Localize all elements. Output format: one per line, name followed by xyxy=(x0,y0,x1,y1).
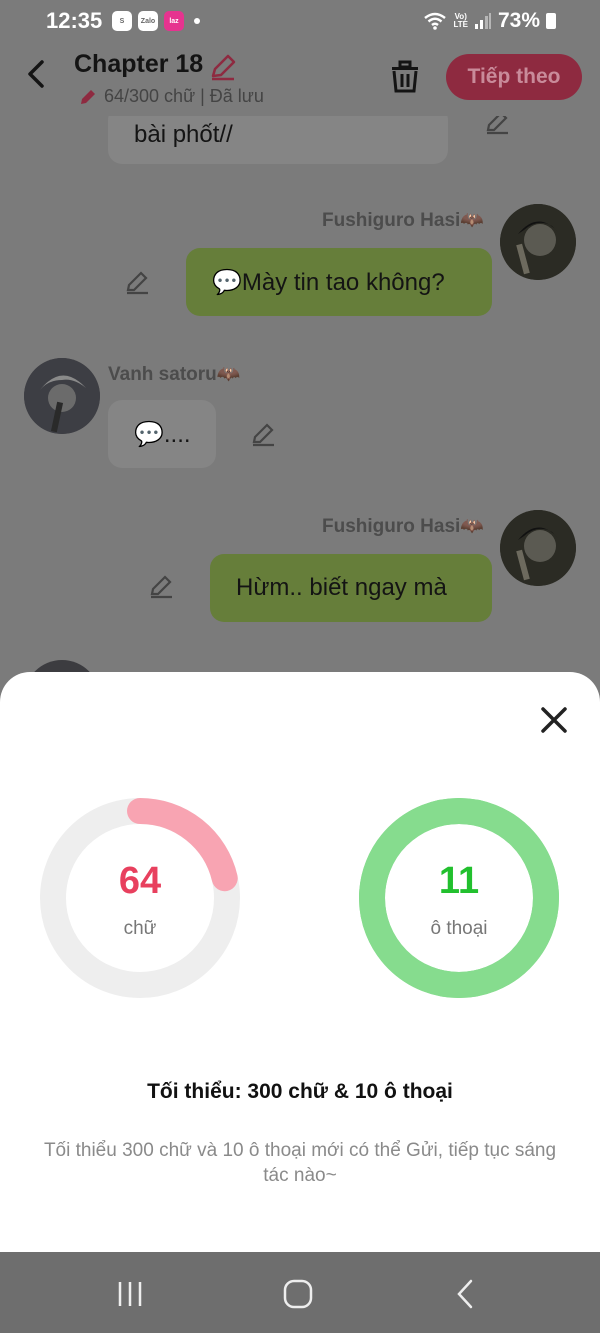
avatar-image xyxy=(24,358,100,434)
close-icon[interactable] xyxy=(538,704,570,736)
avatar[interactable] xyxy=(500,510,576,586)
back-nav-icon[interactable] xyxy=(446,1274,486,1314)
status-indicators: Vo) LTE 73% xyxy=(423,9,556,33)
battery-icon xyxy=(546,13,556,29)
message-bubble[interactable]: Hừm.. biết ngay mà xyxy=(210,554,492,622)
pencil-icon xyxy=(81,89,95,104)
home-icon[interactable] xyxy=(278,1274,318,1314)
word-count-text: 64/300 chữ | Đã lưu xyxy=(104,86,264,106)
avatar[interactable] xyxy=(24,358,100,434)
status-app-icons: S Zalo laz xyxy=(112,11,200,31)
editor-header: Chapter 18 64/300 chữ | Đã lưu Tiếp theo xyxy=(0,44,600,116)
message-text: Hừm.. biết ngay mà xyxy=(236,574,447,601)
back-arrow-icon[interactable] xyxy=(22,58,54,90)
avatar-image xyxy=(500,204,576,280)
sender-name: Vanh satoru🦇 xyxy=(108,364,241,385)
battery-percentage: 73% xyxy=(497,9,540,32)
system-navigation-bar xyxy=(0,1252,600,1333)
lazada-app-icon: laz xyxy=(164,11,184,31)
dialogue-count-label: ô thoại xyxy=(430,918,488,939)
status-time: 12:35 xyxy=(46,8,103,33)
message-text: bài phốt// xyxy=(134,121,233,148)
message-text: 💬Mày tin tao không? xyxy=(212,268,445,296)
shopee-app-icon: S xyxy=(112,11,132,31)
message-bubble[interactable]: 💬Mày tin tao không? xyxy=(186,248,492,316)
chapter-title[interactable]: Chapter 18 xyxy=(74,50,203,79)
zalo-app-icon: Zalo xyxy=(138,11,158,31)
edit-pencil-icon[interactable] xyxy=(484,116,512,136)
word-count-sheet: 64 chữ 11 ô thoại Tối thiểu: 300 chữ & 1… xyxy=(0,672,600,1252)
notification-dot-icon xyxy=(194,18,200,24)
recent-apps-icon[interactable] xyxy=(110,1274,150,1314)
trash-icon[interactable] xyxy=(388,58,422,94)
chat-area[interactable]: bài phốt// Fushiguro Hasi🦇 💬Mày tin tao … xyxy=(0,116,600,716)
edit-pencil-icon[interactable] xyxy=(124,268,152,296)
minimum-requirement-description: Tối thiểu 300 chữ và 10 ô thoại mới có t… xyxy=(43,1140,557,1186)
word-count-status: 64/300 chữ | Đã lưu xyxy=(78,86,264,107)
edit-pencil-icon[interactable] xyxy=(250,420,278,448)
sender-name: Fushiguro Hasi🦇 xyxy=(322,210,484,231)
message-text: 💬.... xyxy=(134,420,191,448)
edit-pencil-icon[interactable] xyxy=(148,572,176,600)
wifi-icon xyxy=(424,12,447,30)
word-count-label: chữ xyxy=(123,918,157,939)
avatar-image xyxy=(500,510,576,586)
status-bar: 12:35 S Zalo laz Vo) LTE 73% xyxy=(0,0,600,44)
message-bubble[interactable]: bài phốt// xyxy=(108,116,448,164)
word-count-value: 64 xyxy=(118,860,162,902)
sender-name: Fushiguro Hasi🦇 xyxy=(322,516,484,537)
edit-title-pencil-icon[interactable] xyxy=(208,52,238,82)
signal-icon xyxy=(474,13,491,29)
dialogue-count-ring: 11 ô thoại xyxy=(357,796,561,1000)
minimum-requirement-title: Tối thiểu: 300 chữ & 10 ô thoại xyxy=(147,1080,453,1103)
message-bubble[interactable]: 💬.... xyxy=(108,400,216,468)
dialogue-count-value: 11 xyxy=(438,860,480,902)
lte-icon: Vo) LTE xyxy=(453,12,468,29)
avatar[interactable] xyxy=(500,204,576,280)
word-count-ring: 64 chữ xyxy=(38,796,242,1000)
next-button[interactable]: Tiếp theo xyxy=(446,54,582,100)
